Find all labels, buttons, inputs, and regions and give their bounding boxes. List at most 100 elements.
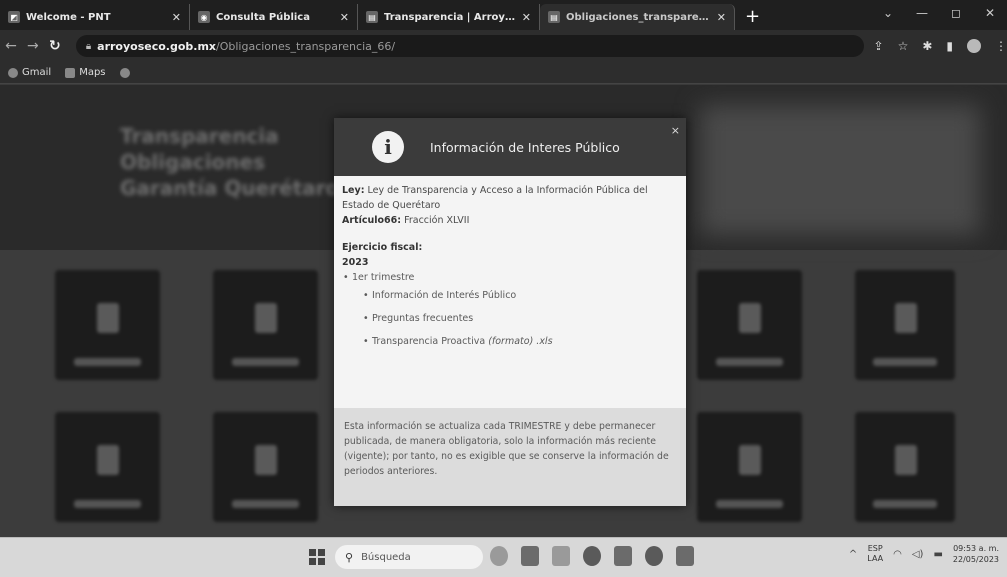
bookmark-globe[interactable] <box>120 68 130 78</box>
tile-label-placeholder <box>873 358 937 366</box>
quarter-label[interactable]: 1er trimestre <box>352 272 414 283</box>
pnt-favicon-icon: ◩ <box>8 11 20 23</box>
url-host: arroyoseco.gob.mx <box>97 40 216 53</box>
bookmark-label: Gmail <box>22 67 51 78</box>
share-icon[interactable]: ⇪ <box>874 39 884 53</box>
tile-label-placeholder <box>232 358 299 366</box>
chrome-app-icon[interactable] <box>583 546 601 566</box>
clock-time: 09:53 a. m. <box>953 543 999 554</box>
menu-kebab-icon[interactable]: ⋮ <box>995 39 1007 53</box>
article-label: Artículo66: <box>342 215 401 226</box>
category-tile[interactable] <box>697 270 802 380</box>
modal-header: i Información de Interes Público × <box>334 118 686 176</box>
page-favicon-icon: ▤ <box>548 11 560 23</box>
tab-close-icon[interactable]: ✕ <box>340 11 349 24</box>
bookmarks-bar: Gmail Maps <box>0 62 1007 84</box>
lock-icon[interactable]: 🔒︎ <box>86 41 91 52</box>
reload-icon[interactable]: ↻ <box>44 38 66 54</box>
category-tile[interactable] <box>55 412 160 522</box>
tab-welcome-pnt[interactable]: ◩ Welcome - PNT ✕ <box>0 4 190 30</box>
article-value: Fracción XLVII <box>404 215 469 226</box>
document-list: Información de Interés Público Preguntas… <box>352 288 678 349</box>
law-label: Ley: <box>342 185 365 196</box>
document-link-interes-publico[interactable]: Información de Interés Público <box>352 288 678 303</box>
bookmark-maps[interactable]: Maps <box>65 67 105 78</box>
volume-icon[interactable]: ◁) <box>912 549 924 560</box>
law-value: Ley de Transparencia y Acceso a la Infor… <box>342 185 648 211</box>
clock-date: 22/05/2023 <box>953 554 999 565</box>
quarter-item[interactable]: 1er trimestre Información de Interés Púb… <box>342 270 678 349</box>
url-input[interactable]: 🔒︎ arroyoseco.gob.mx/Obligaciones_transp… <box>76 35 864 57</box>
tile-label-placeholder <box>232 500 299 508</box>
tab-consulta-publica[interactable]: ◉ Consulta Pública ✕ <box>190 4 358 30</box>
globe-favicon-icon: ◉ <box>198 11 210 23</box>
window-close-icon[interactable]: ✕ <box>973 6 1007 20</box>
extensions-icon[interactable]: ✱ <box>922 39 932 53</box>
modal-footer-note: Esta información se actualiza cada TRIME… <box>334 408 686 506</box>
modal-close-button[interactable]: × <box>671 124 680 137</box>
hero-decoration <box>700 105 980 235</box>
tab-close-icon[interactable]: ✕ <box>522 11 531 24</box>
fiscal-year-value: 2023 <box>342 255 678 270</box>
category-tile[interactable] <box>855 412 955 522</box>
side-panel-icon[interactable]: ▮ <box>946 39 953 53</box>
address-bar-row: ← → ↻ 🔒︎ arroyoseco.gob.mx/Obligaciones_… <box>0 30 1007 62</box>
clock[interactable]: 09:53 a. m. 22/05/2023 <box>953 543 999 565</box>
document-link-transparencia-proactiva[interactable]: Transparencia Proactiva (formato) .xls <box>352 334 678 349</box>
category-tile[interactable] <box>213 412 318 522</box>
wifi-icon[interactable]: ◠ <box>893 549 902 560</box>
tile-label-placeholder <box>716 358 783 366</box>
hero-title: Transparencia Obligaciones Garantía Quer… <box>120 123 340 233</box>
folder-icon <box>895 303 917 333</box>
profile-avatar[interactable] <box>967 39 981 53</box>
tile-label-placeholder <box>74 358 141 366</box>
taskbar-search-input[interactable]: ⚲ Búsqueda <box>335 545 483 569</box>
tile-label-placeholder <box>873 500 937 508</box>
chrome-app-icon[interactable] <box>645 546 663 566</box>
widgets-app-icon[interactable] <box>490 546 508 566</box>
fiscal-year-label: Ejercicio fiscal: <box>342 240 678 255</box>
chevron-up-icon[interactable]: ^ <box>849 549 857 560</box>
windows-start-icon[interactable] <box>309 549 325 565</box>
document-format[interactable]: (formato) .xls <box>488 336 552 347</box>
tab-obligaciones-active[interactable]: ▤ Obligaciones_transparencia_66 | ✕ <box>540 4 735 30</box>
tab-title: Welcome - PNT <box>26 12 166 23</box>
gmail-icon <box>8 68 18 78</box>
page-favicon-icon: ▤ <box>366 11 378 23</box>
category-tile[interactable] <box>55 270 160 380</box>
bookmark-star-icon[interactable]: ☆ <box>898 39 909 53</box>
tab-title: Transparencia | Arroyo Seco <box>384 12 516 23</box>
back-icon[interactable]: ← <box>0 38 22 54</box>
document-link-preguntas-frecuentes[interactable]: Preguntas frecuentes <box>352 311 678 326</box>
pencil-icon <box>255 303 277 333</box>
law-line: Ley: Ley de Transparencia y Acceso a la … <box>342 183 678 213</box>
app-icon[interactable] <box>676 546 694 566</box>
tab-search-icon[interactable]: ⌄ <box>871 6 905 20</box>
category-tile[interactable] <box>697 412 802 522</box>
minimize-icon[interactable]: — <box>905 6 939 20</box>
category-tile[interactable] <box>855 270 955 380</box>
language-indicator[interactable]: ESP LAA <box>867 544 883 564</box>
app-icon[interactable] <box>614 546 632 566</box>
quarter-list: 1er trimestre Información de Interés Púb… <box>342 270 678 349</box>
modal-body: Ley: Ley de Transparencia y Acceso a la … <box>334 176 686 349</box>
book-icon <box>895 445 917 475</box>
maximize-icon[interactable]: ◻ <box>939 6 973 20</box>
tab-close-icon[interactable]: ✕ <box>172 11 181 24</box>
category-tile[interactable] <box>213 270 318 380</box>
bookmark-gmail[interactable]: Gmail <box>8 67 51 78</box>
store-app-icon[interactable] <box>552 546 570 566</box>
tile-label-placeholder <box>716 500 783 508</box>
search-placeholder: Búsqueda <box>361 552 411 563</box>
tab-transparencia-arroyo-seco[interactable]: ▤ Transparencia | Arroyo Seco ✕ <box>358 4 540 30</box>
globe-icon <box>120 68 130 78</box>
file-explorer-app-icon[interactable] <box>521 546 539 566</box>
battery-icon[interactable]: ▬ <box>933 549 942 560</box>
modal-title: Información de Interes Público <box>430 140 620 155</box>
tile-label-placeholder <box>74 500 141 508</box>
new-tab-button[interactable]: + <box>735 4 770 30</box>
shield-icon <box>739 445 761 475</box>
building-icon <box>97 445 119 475</box>
forward-icon[interactable]: → <box>22 38 44 54</box>
tab-close-icon[interactable]: ✕ <box>717 11 726 24</box>
